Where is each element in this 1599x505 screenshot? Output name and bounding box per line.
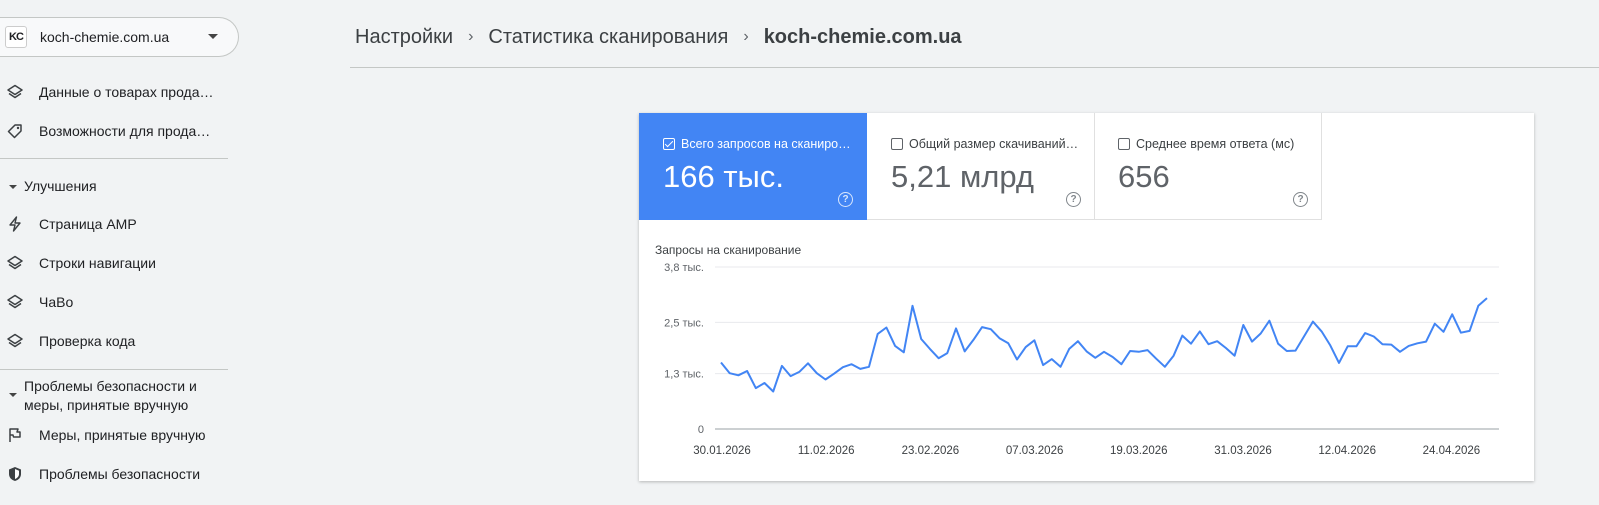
chevron-down-icon[interactable] (208, 34, 218, 39)
chevron-right-icon: › (743, 28, 749, 45)
sidebar-item-label: Проблемы безопасности (39, 466, 201, 482)
section-label: Улучшения (24, 178, 97, 194)
layers-icon (7, 84, 23, 100)
x-tick-label: 12.04.2026 (1318, 445, 1376, 457)
chevron-right-icon: › (468, 28, 474, 45)
sidebar-item-faq[interactable]: ЧаВо (0, 284, 228, 320)
layers-icon (7, 294, 23, 310)
sidebar-item-label: Страница AMP (39, 216, 137, 232)
property-logo: KC (5, 26, 27, 48)
sidebar-item-label: Данные о товарах продавца (39, 84, 214, 100)
sidebar-divider (0, 369, 228, 370)
breadcrumb-crawl-stats[interactable]: Статистика сканирования (488, 26, 728, 49)
y-tick-label: 0 (698, 424, 704, 436)
layers-icon (7, 333, 23, 349)
sidebar-item-manual-actions[interactable]: Меры, принятые вручную (0, 417, 228, 453)
shield-icon (7, 466, 23, 482)
x-tick-label: 19.03.2026 (1110, 445, 1168, 457)
bolt-icon (7, 216, 23, 232)
layers-icon (7, 255, 23, 271)
crawl-requests-chart: 0 1,3 тыс. 2,5 тыс. 3,8 тыс. 30.01.2026 11.02… (664, 262, 1499, 457)
caret-down-icon (9, 393, 17, 397)
x-tick-label: 11.02.2026 (798, 445, 855, 457)
sidebar-item-code-check[interactable]: Проверка кода (0, 323, 228, 359)
y-tick-label: 1,3 тыс. (664, 369, 704, 381)
series-line-crawl-requests[interactable] (720, 297, 1488, 393)
y-tick-label: 3,8 тыс. (664, 262, 704, 274)
x-tick-label: 24.04.2026 (1423, 445, 1481, 457)
sidebar-item-label: Строки навигации (39, 255, 156, 271)
section-enhancements[interactable]: Улучшения (0, 177, 228, 196)
y-tick-label: 2,5 тыс. (664, 317, 704, 329)
sidebar-item-label: Возможности для продавцов (39, 123, 214, 139)
section-label-line1: Проблемы безопасности и (24, 378, 197, 394)
tag-icon (7, 123, 23, 139)
sidebar-item-amp[interactable]: Страница AMP (0, 206, 228, 242)
crawl-stats-card: Всего запросов на сканирование 166 тыс. … (639, 113, 1534, 481)
x-tick-label: 30.01.2026 (693, 445, 751, 457)
sidebar-item-security-issues[interactable]: Проблемы безопасности (0, 456, 228, 492)
sidebar-item-merchant-opportunities[interactable]: Возможности для продавцов (0, 113, 228, 149)
breadcrumb: Настройки › Статистика сканирования › ko… (355, 24, 962, 50)
x-tick-label: 31.03.2026 (1214, 445, 1272, 457)
sidebar-item-breadcrumbs[interactable]: Строки навигации (0, 245, 228, 281)
section-security[interactable]: Проблемы безопасности и меры, принятые в… (0, 377, 228, 415)
sidebar-item-merchant-data[interactable]: Данные о товарах продавца (0, 74, 228, 110)
x-tick-label: 07.03.2026 (1006, 445, 1064, 457)
section-label-line2: меры, принятые вручную (24, 397, 189, 413)
caret-down-icon (9, 184, 17, 189)
sidebar-item-label: Меры, принятые вручную (39, 427, 206, 443)
breadcrumb-current: koch-chemie.com.ua (763, 25, 962, 48)
sidebar-divider (0, 158, 228, 159)
sidebar: KC koch-chemie.com.ua Данные о товарах п… (0, 0, 240, 505)
section-label: Проблемы безопасности и меры, принятые в… (24, 377, 197, 415)
sidebar-item-label: Проверка кода (39, 333, 136, 349)
property-selector[interactable]: KC koch-chemie.com.ua (0, 17, 239, 57)
sidebar-item-label: ЧаВо (39, 294, 74, 310)
flag-icon (7, 427, 23, 443)
x-tick-label: 23.02.2026 (902, 445, 960, 457)
property-name: koch-chemie.com.ua (40, 29, 170, 45)
header-divider (350, 67, 1599, 68)
breadcrumb-settings[interactable]: Настройки (355, 26, 453, 49)
